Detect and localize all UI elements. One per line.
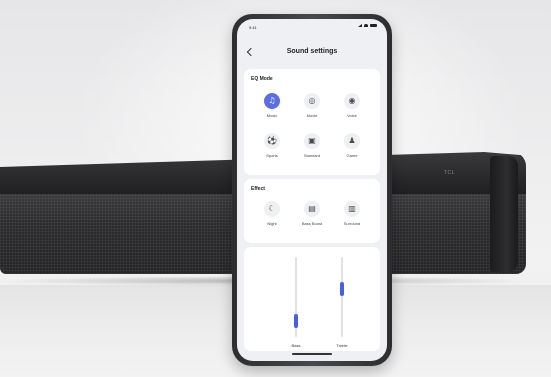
slider-label: Bass [291,343,301,348]
eq-option-label: Game [346,153,358,158]
eq-mode-card: EQ Mode ♫ Music ◎ Movie ◉ Voice ⚽ Sports… [244,69,380,175]
eq-mode-title: EQ Mode [251,76,273,82]
effect-option-bass-boost[interactable]: ▤ Bass Boost [295,201,329,233]
page-title: Sound settings [286,48,338,55]
gamepad-icon: ♟ [344,133,360,149]
wifi-icon [364,24,368,27]
phone-screen: 9:41 Sound settings EQ Mode ♫ Music ◎ Mo… [237,19,387,361]
effect-option-surround[interactable]: ▥ Surround [335,201,369,233]
effect-card: Effect ☾ Night ▤ Bass Boost ▥ Surround [244,179,380,243]
eq-option-music[interactable]: ♫ Music [255,93,289,125]
eq-option-label: Sports [266,153,278,158]
speaker-voice-icon: ◉ [344,93,360,109]
status-time: 9:41 [249,25,257,30]
eq-option-label: Voice [347,113,357,118]
surround-icon: ▥ [344,201,360,217]
eq-option-game[interactable]: ♟ Game [335,133,369,165]
status-icons [358,24,377,27]
soundbar-logo: TCL [444,170,455,176]
signal-icon [358,24,362,27]
tone-sliders-card: Bass Treble [244,247,380,351]
slider-fill [340,282,344,296]
treble-slider[interactable]: Treble [332,257,352,348]
eq-option-label: Movie [306,113,318,118]
smartphone: 9:41 Sound settings EQ Mode ♫ Music ◎ Mo… [232,14,392,366]
effect-option-label: Surround [343,221,361,226]
bass-boost-icon: ▤ [304,201,320,217]
slider-track [341,257,343,337]
film-reel-icon: ◎ [304,93,320,109]
eq-option-standard[interactable]: ▣ Standard [295,133,329,165]
eq-option-label: Standard [303,153,321,158]
effect-option-night[interactable]: ☾ Night [255,201,289,233]
eq-option-voice[interactable]: ◉ Voice [335,93,369,125]
moon-icon: ☾ [264,201,280,217]
eq-option-sports[interactable]: ⚽ Sports [255,133,289,165]
home-indicator [292,353,332,355]
effect-title: Effect [251,186,265,192]
nav-bar: Sound settings [237,43,387,63]
battery-icon [370,24,377,27]
sports-icon: ⚽ [264,133,280,149]
bass-slider[interactable]: Bass [286,257,306,348]
slider-label: Treble [336,343,348,348]
music-note-icon: ♫ [264,93,280,109]
effect-option-label: Bass Boost [301,221,323,226]
soundbar-end-cap [490,156,518,272]
slider-fill [294,314,298,328]
effect-option-label: Night [267,221,277,226]
eq-option-label: Music [266,113,278,118]
standard-icon: ▣ [304,133,320,149]
eq-option-movie[interactable]: ◎ Movie [295,93,329,125]
status-bar: 9:41 [237,19,387,33]
